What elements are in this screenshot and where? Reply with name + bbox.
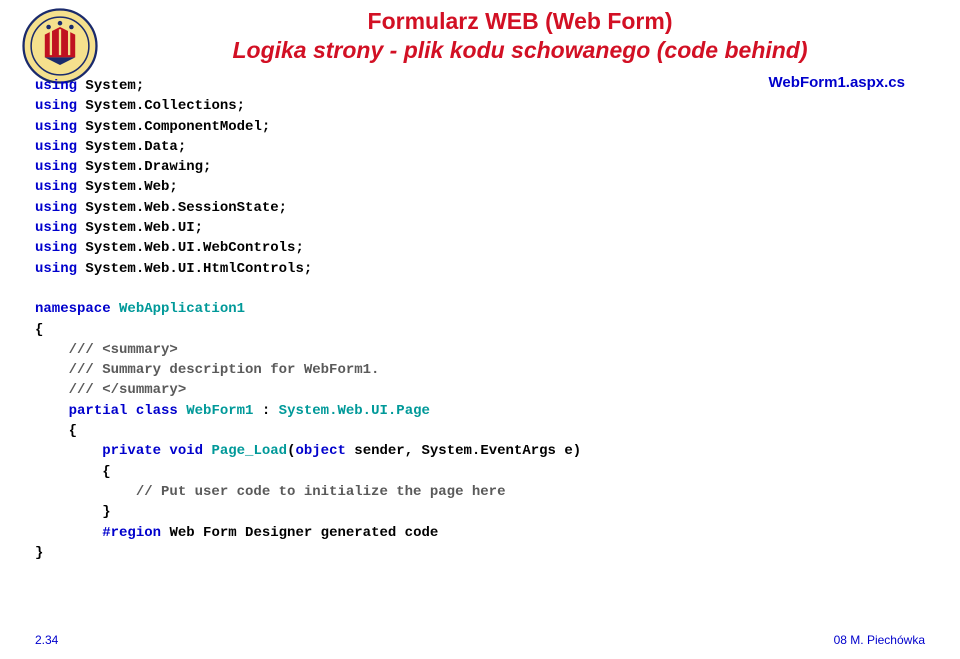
kw-class: partial class: [69, 403, 187, 419]
indent: [35, 525, 102, 541]
xml-comment: /// <summary>: [35, 342, 178, 358]
code-text: System.Drawing;: [77, 159, 211, 175]
brace: {: [35, 322, 43, 338]
brace: {: [35, 464, 111, 480]
code-text: System.Web.UI.WebControls;: [77, 240, 304, 256]
kw-using: using: [35, 98, 77, 114]
code-text: System.Web.SessionState;: [77, 200, 287, 216]
method-name: Page_Load: [211, 443, 287, 459]
page-number: 2.34: [35, 633, 58, 647]
title-line-1: Formularz WEB (Web Form): [110, 8, 930, 35]
brace: }: [35, 545, 43, 561]
type-name: System.Web.UI.Page: [279, 403, 430, 419]
code-text: System.Collections;: [77, 98, 245, 114]
code-text: sender, System.EventArgs e): [346, 443, 581, 459]
kw-using: using: [35, 200, 77, 216]
code-text: System.ComponentModel;: [77, 119, 270, 135]
code-text: :: [253, 403, 278, 419]
kw-using: using: [35, 179, 77, 195]
region-text: Web Form Designer generated code: [169, 525, 438, 541]
kw-using: using: [35, 240, 77, 256]
filename-label: WebForm1.aspx.cs: [769, 74, 905, 91]
line-comment: // Put user code to initialize the page …: [35, 484, 505, 500]
code-listing: using System; using System.Collections; …: [35, 76, 581, 563]
indent: [35, 403, 69, 419]
slide-title: Formularz WEB (Web Form) Logika strony -…: [110, 8, 930, 64]
kw-using: using: [35, 220, 77, 236]
type-name: WebApplication1: [119, 301, 245, 317]
kw-region: #region: [102, 525, 169, 541]
kw-using: using: [35, 139, 77, 155]
kw-using: using: [35, 119, 77, 135]
title-line-2: Logika strony - plik kodu schowanego (co…: [110, 37, 930, 64]
code-text: System.Web;: [77, 179, 178, 195]
code-text: System;: [77, 78, 144, 94]
code-text: System.Web.UI.HtmlControls;: [77, 261, 312, 277]
xml-comment: /// Summary description for WebForm1.: [35, 362, 379, 378]
author-label: 08 M. Piechówka: [834, 633, 925, 647]
brace: }: [35, 504, 111, 520]
indent: [35, 443, 102, 459]
kw-using: using: [35, 78, 77, 94]
kw-using: using: [35, 261, 77, 277]
brace: {: [35, 423, 77, 439]
kw-using: using: [35, 159, 77, 175]
code-text: System.Web.UI;: [77, 220, 203, 236]
xml-comment: /// </summary>: [35, 382, 186, 398]
type-name: WebForm1: [186, 403, 253, 419]
university-seal-logo: [22, 8, 98, 84]
kw-private-void: private void: [102, 443, 211, 459]
kw-namespace: namespace: [35, 301, 119, 317]
code-text: System.Data;: [77, 139, 186, 155]
kw-object: object: [295, 443, 345, 459]
